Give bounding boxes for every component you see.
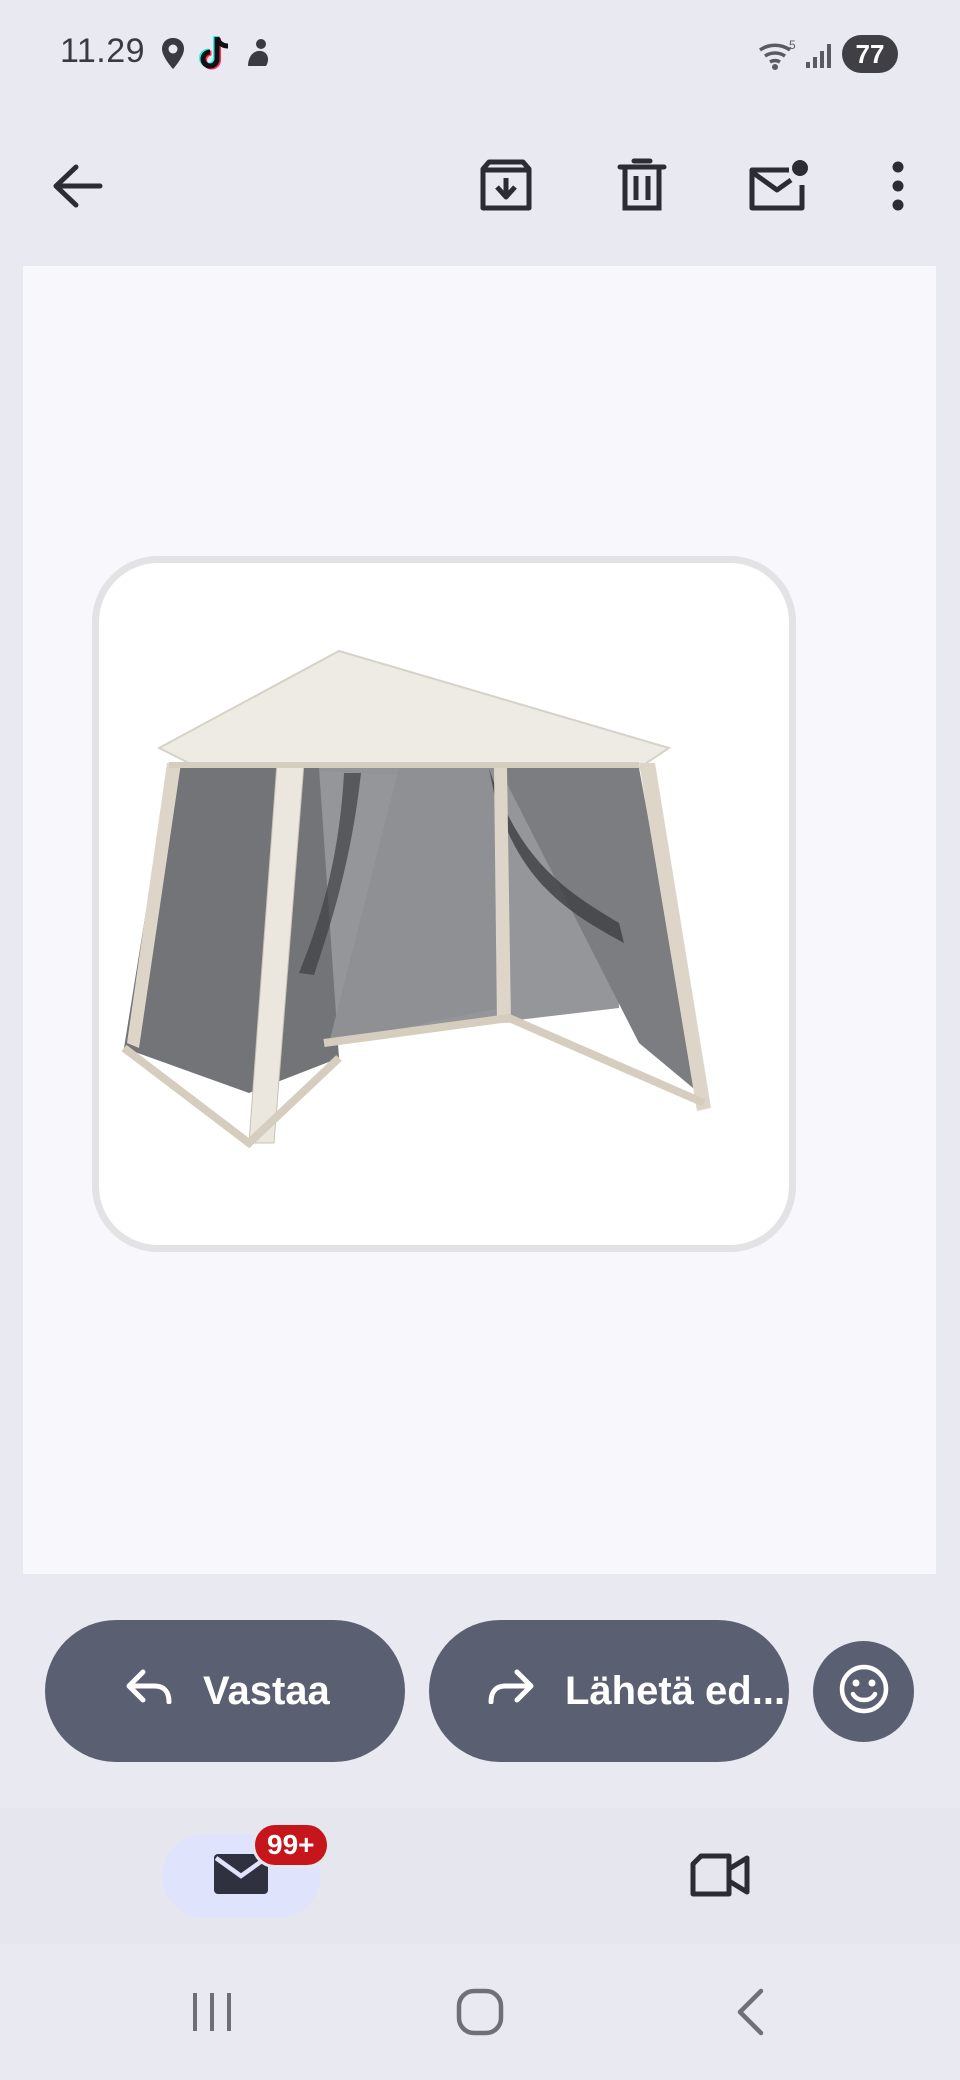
archive-button[interactable] (458, 140, 554, 236)
back-button[interactable] (30, 140, 126, 236)
archive-icon (478, 159, 534, 218)
forward-icon (487, 1668, 535, 1714)
home-button[interactable] (430, 1974, 530, 2054)
recent-apps-icon (189, 1989, 235, 2040)
status-bar: 11.29 5 77 (0, 0, 960, 110)
mark-unread-icon (747, 159, 809, 218)
mark-unread-button[interactable] (730, 140, 826, 236)
home-icon (455, 1987, 505, 2042)
battery-indicator: 77 (842, 35, 898, 73)
forward-label: Lähetä ed... (565, 1668, 786, 1713)
reply-label: Vastaa (203, 1668, 330, 1713)
reply-button[interactable]: Vastaa (45, 1620, 405, 1762)
bottom-navigation: 99+ (0, 1808, 960, 1944)
emoji-smile-icon (838, 1663, 890, 1720)
signal-icon (804, 42, 832, 75)
message-content (23, 266, 936, 1574)
svg-text:5: 5 (789, 38, 796, 52)
reply-icon (125, 1668, 173, 1714)
recent-apps-button[interactable] (162, 1974, 262, 2054)
system-back-button[interactable] (700, 1974, 800, 2054)
app-bar (0, 110, 960, 266)
tiktok-icon (198, 34, 232, 77)
location-icon (160, 36, 186, 77)
forward-button[interactable]: Lähetä ed... (429, 1620, 789, 1762)
back-arrow-icon (52, 162, 104, 215)
tab-meet[interactable] (670, 1832, 770, 1922)
delete-button[interactable] (594, 140, 690, 236)
status-time: 11.29 (60, 32, 146, 70)
unread-count-badge: 99+ (252, 1822, 330, 1868)
wifi-5g-icon: 5 (758, 38, 798, 77)
notification-icon (244, 36, 272, 75)
video-call-icon (689, 1852, 751, 1903)
more-options-button[interactable] (850, 140, 946, 236)
back-icon (735, 1987, 765, 2042)
delete-icon (617, 158, 667, 219)
more-vert-icon (891, 161, 905, 216)
tent-image[interactable] (92, 556, 796, 1252)
add-reaction-button[interactable] (813, 1641, 914, 1742)
system-navigation-bar (0, 1944, 960, 2080)
